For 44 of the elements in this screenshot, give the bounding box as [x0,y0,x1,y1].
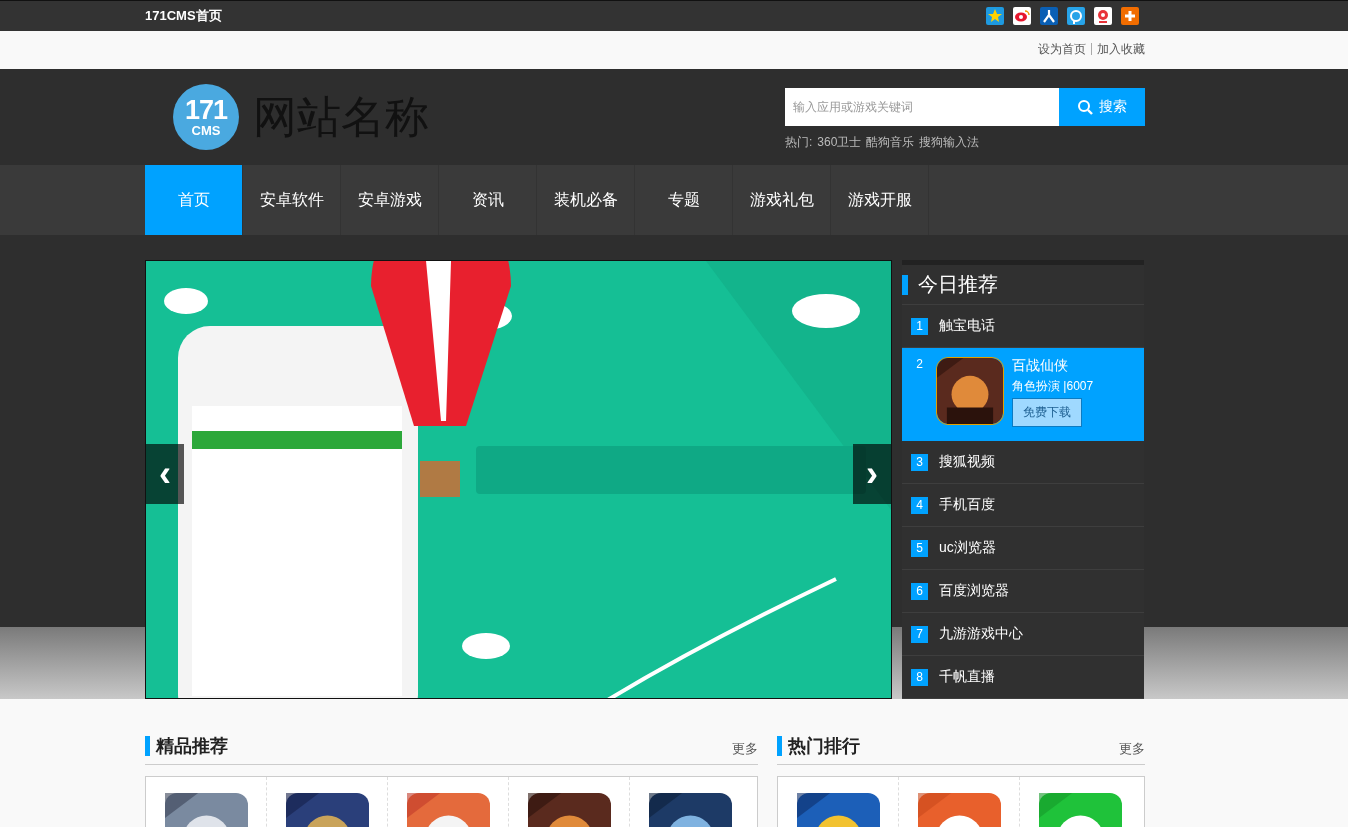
app-meta: 角色扮演 |6007 [1012,378,1094,395]
home-link[interactable]: 171CMS首页 [145,7,222,25]
rank-badge: 3 [911,453,928,471]
panel-title: 今日推荐 [918,272,998,297]
previous-button[interactable]: ‹ [146,444,184,504]
search-icon [1077,99,1093,115]
plus-icon[interactable] [1121,7,1139,25]
rank-badge: 6 [911,582,928,600]
app-link[interactable]: 手机百度 [939,496,995,514]
app-link[interactable]: 九游游戏中心 [939,625,1023,643]
next-button[interactable]: › [853,444,891,504]
header-link[interactable]: 设为首页 [1038,40,1086,58]
more-link[interactable]: 更多 [732,740,758,758]
star-share-icon[interactable] [986,7,1004,25]
rank-number: 2 [915,357,924,371]
search-field[interactable]: 输入应用或游戏关键词 [785,88,1059,126]
hot-keyword-link[interactable]: 酷狗音乐 [866,134,915,151]
hot-label: 热门: [785,134,813,151]
app-link[interactable]: 搜狐视频 [939,453,995,471]
person-share-icon[interactable] [1040,7,1058,25]
download-button[interactable]: 免费下载 [1012,398,1082,427]
title-bar [777,736,782,756]
hot-keyword-link[interactable]: 搜狗输入法 [919,134,980,151]
p-share-icon[interactable] [1067,7,1085,25]
weibo-icon[interactable] [1013,7,1031,25]
app-name: 百战仙侠 [1012,357,1069,375]
featured-item[interactable]: 2 百战仙侠 角色扮演 |6007 免费下载 [902,348,1144,441]
rank-badge: 4 [911,496,928,514]
title-bar [145,736,150,756]
section-title: 精品推荐 [156,735,228,758]
hot-keyword-link[interactable]: 360卫士 [817,134,862,151]
app-link[interactable]: 触宝电话 [939,317,995,335]
rank-badge: 5 [911,539,928,557]
rank-badge: 1 [911,317,928,335]
section-title: 热门排行 [788,735,860,758]
rank-badge: 8 [911,668,928,686]
header-link[interactable]: 加入收藏 [1097,40,1145,58]
app-link[interactable]: uc浏览器 [939,539,996,557]
more-link[interactable]: 更多 [1119,740,1145,758]
app-link[interactable]: 千帆直播 [939,668,995,686]
app-link[interactable]: 百度浏览器 [939,582,1009,600]
rank-badge: 7 [911,625,928,643]
title-bar [902,274,908,295]
renren-icon[interactable] [1094,7,1112,25]
